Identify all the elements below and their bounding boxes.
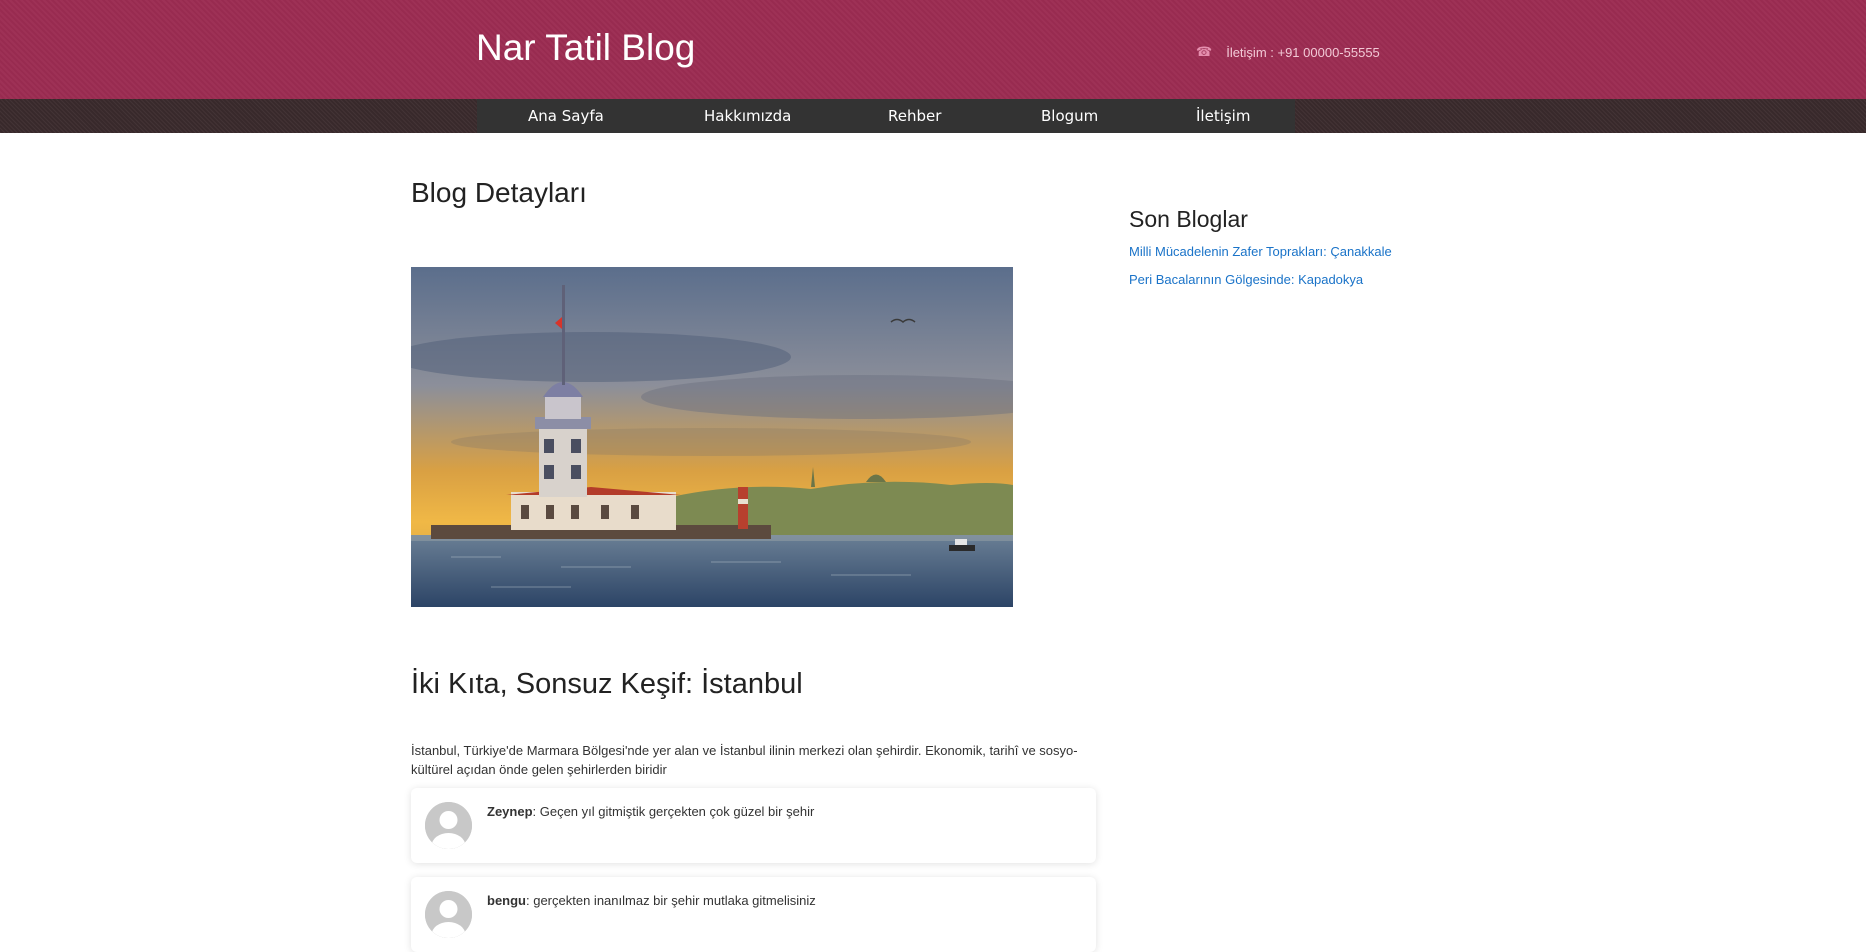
nav-item-rehber[interactable]: Rehber	[888, 99, 941, 133]
page-title: Blog Detayları	[411, 177, 587, 208]
post-title: İki Kıta, Sonsuz Keşif: İstanbul	[411, 668, 803, 700]
site-header: Nar Tatil Blog ☎ İletişim : +91 00000-55…	[0, 0, 1866, 99]
contact-text: İletişim : +91 00000-55555	[1226, 44, 1380, 60]
comment-author: bengu	[487, 893, 526, 908]
blog-hero-image	[411, 267, 1013, 607]
comment-author: Zeynep	[487, 804, 533, 819]
comment-body: : Geçen yıl gitmiştik gerçekten çok güze…	[532, 804, 815, 819]
nav-item-blogum[interactable]: Blogum	[1041, 99, 1098, 133]
comment-text: bengu: gerçekten inanılmaz bir şehir mut…	[487, 893, 816, 908]
nav-item-hakkimizda[interactable]: Hakkımızda	[704, 99, 791, 133]
comment-text: Zeynep: Geçen yıl gitmiştik gerçekten ço…	[487, 804, 814, 819]
post-body: İstanbul, Türkiye'de Marmara Bölgesi'nde…	[411, 743, 1078, 777]
nav-item-ana-sayfa[interactable]: Ana Sayfa	[528, 99, 604, 133]
maidens-tower-illustration	[411, 267, 1013, 607]
sidebar-title: Son Bloglar	[1129, 206, 1248, 232]
comment-body: : gerçekten inanılmaz bir şehir mutlaka …	[526, 893, 816, 908]
user-avatar-icon	[425, 802, 472, 849]
nav-bar: Ana Sayfa Hakkımızda Rehber Blogum İleti…	[0, 99, 1866, 133]
site-title[interactable]: Nar Tatil Blog	[476, 27, 695, 69]
sidebar-link-canakkale[interactable]: Milli Mücadelenin Zafer Toprakları: Çana…	[1129, 244, 1392, 259]
user-avatar-icon	[425, 891, 472, 938]
sidebar-link-kapadokya[interactable]: Peri Bacalarının Gölgesinde: Kapadokya	[1129, 272, 1363, 287]
nav-menu: Ana Sayfa Hakkımızda Rehber Blogum İleti…	[477, 99, 1295, 133]
comment-card: bengu: gerçekten inanılmaz bir şehir mut…	[411, 877, 1096, 952]
contact-info: ☎ İletişim : +91 00000-55555	[1196, 44, 1380, 60]
phone-icon: ☎	[1196, 44, 1213, 59]
nav-item-iletisim[interactable]: İletişim	[1196, 99, 1250, 133]
comment-card: Zeynep: Geçen yıl gitmiştik gerçekten ço…	[411, 788, 1096, 863]
